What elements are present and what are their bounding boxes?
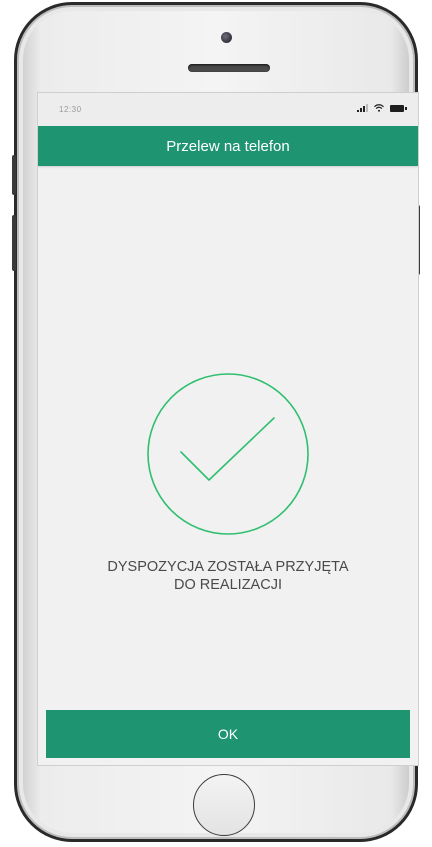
signal-icon bbox=[357, 104, 368, 112]
battery-icon bbox=[390, 104, 407, 112]
status-icons bbox=[357, 104, 407, 112]
checkmark-circle-icon bbox=[147, 373, 309, 535]
confirmation-message-line: DYSPOZYCJA ZOSTAŁA PRZYJĘTA bbox=[107, 559, 349, 575]
earpiece-speaker bbox=[188, 64, 270, 72]
page-title: Przelew na telefon bbox=[166, 137, 290, 155]
status-time: 12:30 bbox=[59, 105, 82, 114]
confirmation-message: DYSPOZYCJA ZOSTAŁA PRZYJĘTA DO REALIZACJ… bbox=[38, 558, 418, 594]
wifi-icon bbox=[374, 104, 384, 112]
front-camera bbox=[221, 32, 232, 43]
phone-side-button bbox=[12, 215, 16, 271]
home-button[interactable] bbox=[193, 774, 255, 836]
phone-screen: 12:30 Przelew na telefon DYSPOZYCJA ZOST… bbox=[37, 92, 419, 766]
ok-button[interactable]: OK bbox=[46, 710, 410, 758]
phone-side-button bbox=[12, 155, 16, 195]
confirmation-content: DYSPOZYCJA ZOSTAŁA PRZYJĘTA DO REALIZACJ… bbox=[38, 166, 418, 765]
app-header: Przelew na telefon bbox=[38, 126, 418, 166]
confirmation-message-line: DO REALIZACJI bbox=[174, 577, 282, 593]
status-bar: 12:30 bbox=[38, 93, 418, 126]
